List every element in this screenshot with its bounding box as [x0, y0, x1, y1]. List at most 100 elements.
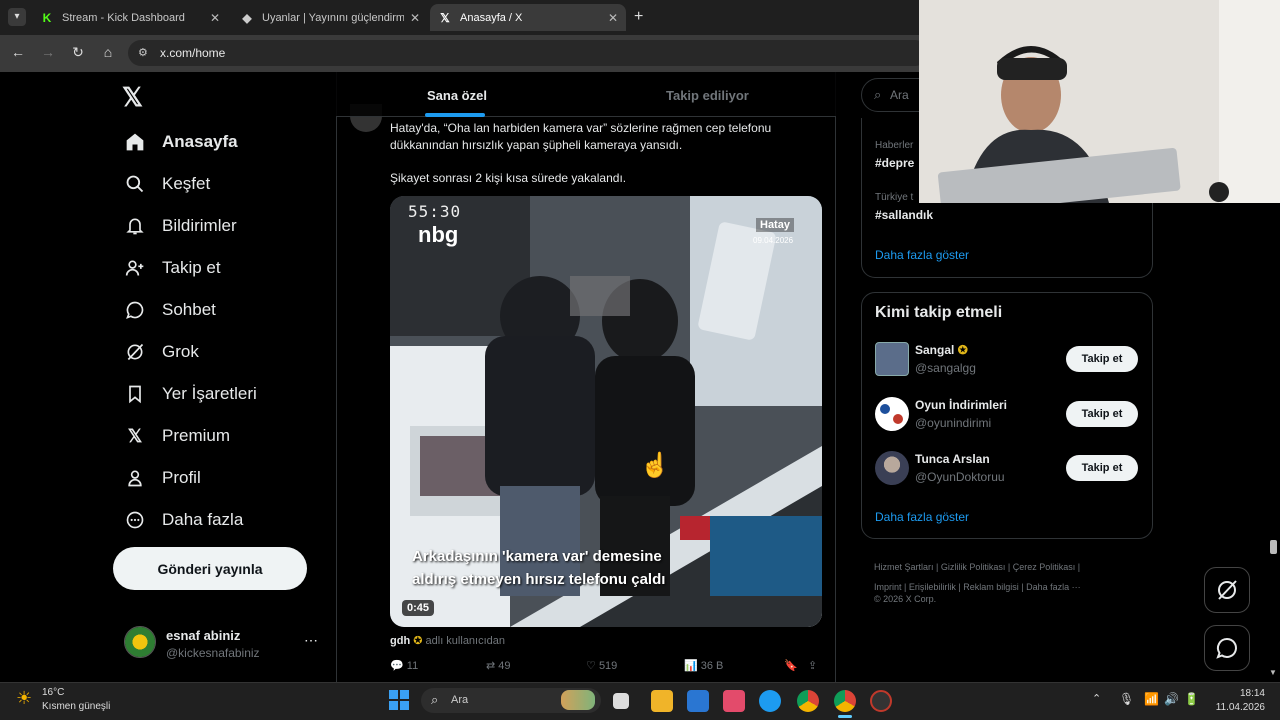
file-explorer-icon[interactable]: [651, 690, 673, 712]
nav-item-profile[interactable]: Profil: [124, 463, 201, 493]
chrome-active-icon[interactable]: [834, 690, 856, 712]
reply-button[interactable]: 💬 11: [390, 659, 418, 672]
kick-icon: K: [42, 10, 52, 25]
trend-tag[interactable]: #sallandık: [875, 208, 933, 222]
nav-label: Sohbet: [162, 300, 216, 319]
follow-button[interactable]: Takip et: [1066, 346, 1138, 372]
edge-icon[interactable]: [759, 690, 781, 712]
source-user[interactable]: gdh: [390, 635, 410, 647]
tab-following[interactable]: Takip ediliyor: [666, 88, 749, 103]
grok-fab[interactable]: [1204, 567, 1250, 613]
reload-icon[interactable]: ↻: [68, 44, 88, 61]
account-switcher[interactable]: esnaf abiniz @kickesnafabiniz ⋯: [120, 622, 320, 666]
nav-item-bookmarks[interactable]: Yer İşaretleri: [124, 379, 257, 409]
clock-time[interactable]: 18:14: [1213, 688, 1265, 699]
nav-item-follow[interactable]: Takip et: [124, 253, 221, 283]
video-caption-line-2: aldırış etmeyen hırsız telefonu çaldı: [412, 571, 666, 588]
url-field[interactable]: [128, 40, 928, 66]
diamond-icon: ◆: [242, 10, 252, 25]
show-more-link[interactable]: Daha fazla göster: [875, 510, 969, 524]
footer-link[interactable]: Imprint: [874, 582, 902, 592]
close-icon[interactable]: ✕: [608, 11, 618, 25]
avatar-dot-red: [893, 414, 903, 424]
footer-link[interactable]: Hizmet Şartları: [874, 562, 934, 572]
close-icon[interactable]: ✕: [210, 11, 220, 25]
nav-item-notifications[interactable]: Bildirimler: [124, 211, 237, 241]
nav-item-more[interactable]: Daha fazla: [124, 505, 243, 535]
microphone-icon[interactable]: 🎙: [1119, 692, 1134, 706]
follow-button[interactable]: Takip et: [1066, 455, 1138, 481]
x-logo-icon[interactable]: 𝕏: [122, 82, 143, 113]
who-to-follow-title: Kimi takip etmeli: [875, 304, 1003, 321]
tray-chevron-icon[interactable]: ⌃: [1092, 692, 1101, 705]
share-icon[interactable]: ⇪: [808, 659, 817, 672]
nav-label: Premium: [162, 426, 231, 445]
footer-link[interactable]: Gizlilik Politikası: [941, 562, 1006, 572]
post-text-2: Şikayet sonrası 2 kişi kısa sürede yakal…: [390, 171, 627, 185]
tab-kick-dashboard[interactable]: K Stream - Kick Dashboard ✕: [32, 4, 228, 31]
new-tab-icon[interactable]: +: [634, 8, 643, 26]
taskbar-search[interactable]: ⌕ Ara: [421, 688, 601, 713]
follow-button[interactable]: Takip et: [1066, 401, 1138, 427]
more-icon[interactable]: ⋯: [304, 632, 318, 649]
trend-context: Türkiye t: [875, 192, 914, 203]
repost-button[interactable]: ⇄ 49: [486, 659, 511, 672]
views-button[interactable]: 📊 36 B: [684, 659, 723, 672]
tab-uyanlar[interactable]: ◆ Uyanlar | Yayınını güçlendirmek ✕: [232, 4, 428, 31]
video-duration: 0:45: [402, 600, 435, 616]
clock-date[interactable]: 11.04.2026: [1205, 702, 1265, 713]
site-info-icon[interactable]: ⚙: [138, 46, 148, 59]
nav-item-chat[interactable]: Sohbet: [124, 295, 216, 325]
wifi-icon[interactable]: 📶: [1144, 692, 1159, 706]
store-icon[interactable]: [687, 690, 709, 712]
footer-link[interactable]: Daha fazla ···: [1026, 582, 1081, 592]
bookmark-button-icon[interactable]: 🔖: [784, 659, 798, 672]
app-red-icon[interactable]: [723, 690, 745, 712]
trend-tag[interactable]: #depre: [875, 156, 914, 170]
avatar[interactable]: [875, 397, 909, 431]
post-button[interactable]: Gönderi yayınla: [113, 547, 307, 590]
messages-fab[interactable]: [1204, 625, 1250, 671]
tab-for-you[interactable]: Sana özel: [427, 88, 487, 103]
chrome-icon[interactable]: [797, 690, 819, 712]
app-dark-icon[interactable]: [870, 690, 892, 712]
volume-icon[interactable]: 🔊: [1164, 692, 1179, 706]
home-button-icon[interactable]: ⌂: [98, 44, 118, 60]
tab-label: Anasayfa / X: [460, 11, 523, 24]
weather-temp: 16°C: [42, 687, 65, 698]
tab-x-home[interactable]: 𝕏 Anasayfa / X ✕: [430, 4, 626, 31]
webcam-overlay: [919, 0, 1280, 203]
post-actions: 💬 11 ⇄ 49 ♡ 519 📊 36 B 🔖 ⇪: [390, 659, 822, 675]
nav-item-premium[interactable]: 𝕏 Premium: [124, 421, 230, 451]
tab-list-dropdown[interactable]: ▾: [8, 8, 26, 26]
avatar[interactable]: [875, 342, 909, 376]
show-more-link[interactable]: Daha fazla göster: [875, 248, 969, 262]
user-name[interactable]: Oyun İndirimleri: [915, 398, 1007, 412]
add-user-icon: [124, 257, 146, 279]
nav-item-home[interactable]: Anasayfa: [124, 127, 238, 157]
search-icon: ⌕: [874, 87, 882, 102]
nav-item-grok[interactable]: Grok: [124, 337, 199, 367]
weather-widget[interactable]: ☀ 16°C Kısmen güneşli: [16, 686, 146, 716]
tab-label: Uyanlar | Yayınını güçlendirmek: [262, 11, 404, 24]
scrollbar-down-icon[interactable]: ▼: [1269, 668, 1277, 677]
back-icon[interactable]: ←: [8, 44, 28, 60]
like-button[interactable]: ♡ 519: [586, 659, 617, 672]
start-icon[interactable]: [389, 690, 409, 710]
footer-link[interactable]: Reklam bilgisi: [963, 582, 1019, 592]
avatar[interactable]: [875, 451, 909, 485]
nav-item-explore[interactable]: Keşfet: [124, 169, 210, 199]
task-view-icon[interactable]: [613, 693, 629, 709]
search-placeholder: Ara: [890, 88, 909, 102]
user-name[interactable]: Sangal ✪: [915, 343, 968, 357]
forward-icon[interactable]: →: [38, 44, 58, 60]
user-name[interactable]: Tunca Arslan: [915, 452, 990, 466]
post-source[interactable]: gdh ✪ adlı kullanıcıdan: [390, 634, 505, 647]
post-video[interactable]: 55:30 nbg Hatay 09.04.2026 Arkadaşının '…: [390, 196, 822, 627]
scrollbar-thumb[interactable]: [1270, 540, 1277, 554]
footer-link[interactable]: Erişilebilirlik: [909, 582, 956, 592]
close-icon[interactable]: ✕: [410, 11, 420, 25]
search-highlight-icon: [561, 690, 595, 710]
battery-icon[interactable]: 🔋: [1184, 692, 1199, 706]
footer-link[interactable]: Çerez Politikası: [1013, 562, 1076, 572]
